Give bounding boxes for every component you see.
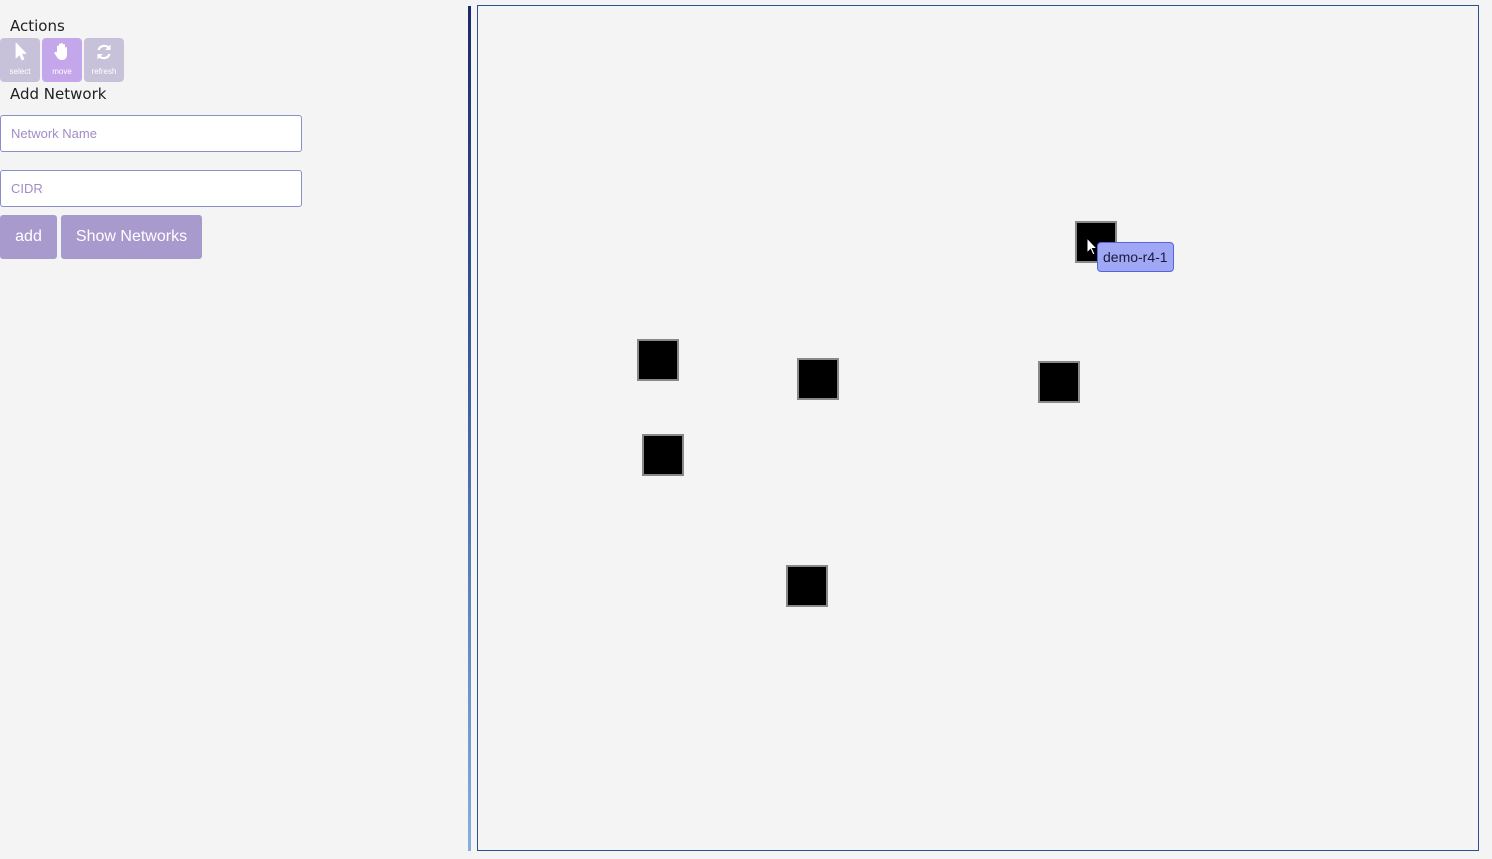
cidr-input[interactable]	[0, 170, 302, 207]
move-tool-label: move	[52, 67, 72, 76]
node-tooltip: demo-r4-1	[1097, 242, 1174, 272]
left-panel: Actions select move refresh Add Network …	[0, 0, 468, 859]
select-tool-button[interactable]: select	[0, 38, 40, 82]
network-node[interactable]	[1038, 361, 1080, 403]
actions-toolbar: select move refresh	[0, 38, 124, 82]
select-tool-label: select	[9, 67, 31, 76]
actions-title: Actions	[10, 17, 65, 35]
network-canvas[interactable]: demo-r4-1	[477, 5, 1479, 851]
app-root: Actions select move refresh Add Network …	[0, 0, 1492, 859]
network-node[interactable]	[637, 339, 679, 381]
refresh-icon	[97, 44, 111, 60]
hand-icon	[54, 43, 67, 60]
move-tool-button[interactable]: move	[42, 38, 82, 82]
network-node[interactable]	[786, 565, 828, 607]
panel-divider[interactable]	[468, 6, 471, 851]
show-networks-button[interactable]: Show Networks	[61, 215, 202, 259]
add-network-title: Add Network	[10, 85, 107, 103]
network-name-input[interactable]	[0, 115, 302, 152]
pointer-icon	[15, 42, 27, 61]
network-node[interactable]	[642, 434, 684, 476]
add-button[interactable]: add	[0, 215, 57, 259]
network-node[interactable]	[797, 358, 839, 400]
refresh-tool-button[interactable]: refresh	[84, 38, 124, 82]
refresh-tool-label: refresh	[91, 67, 117, 76]
